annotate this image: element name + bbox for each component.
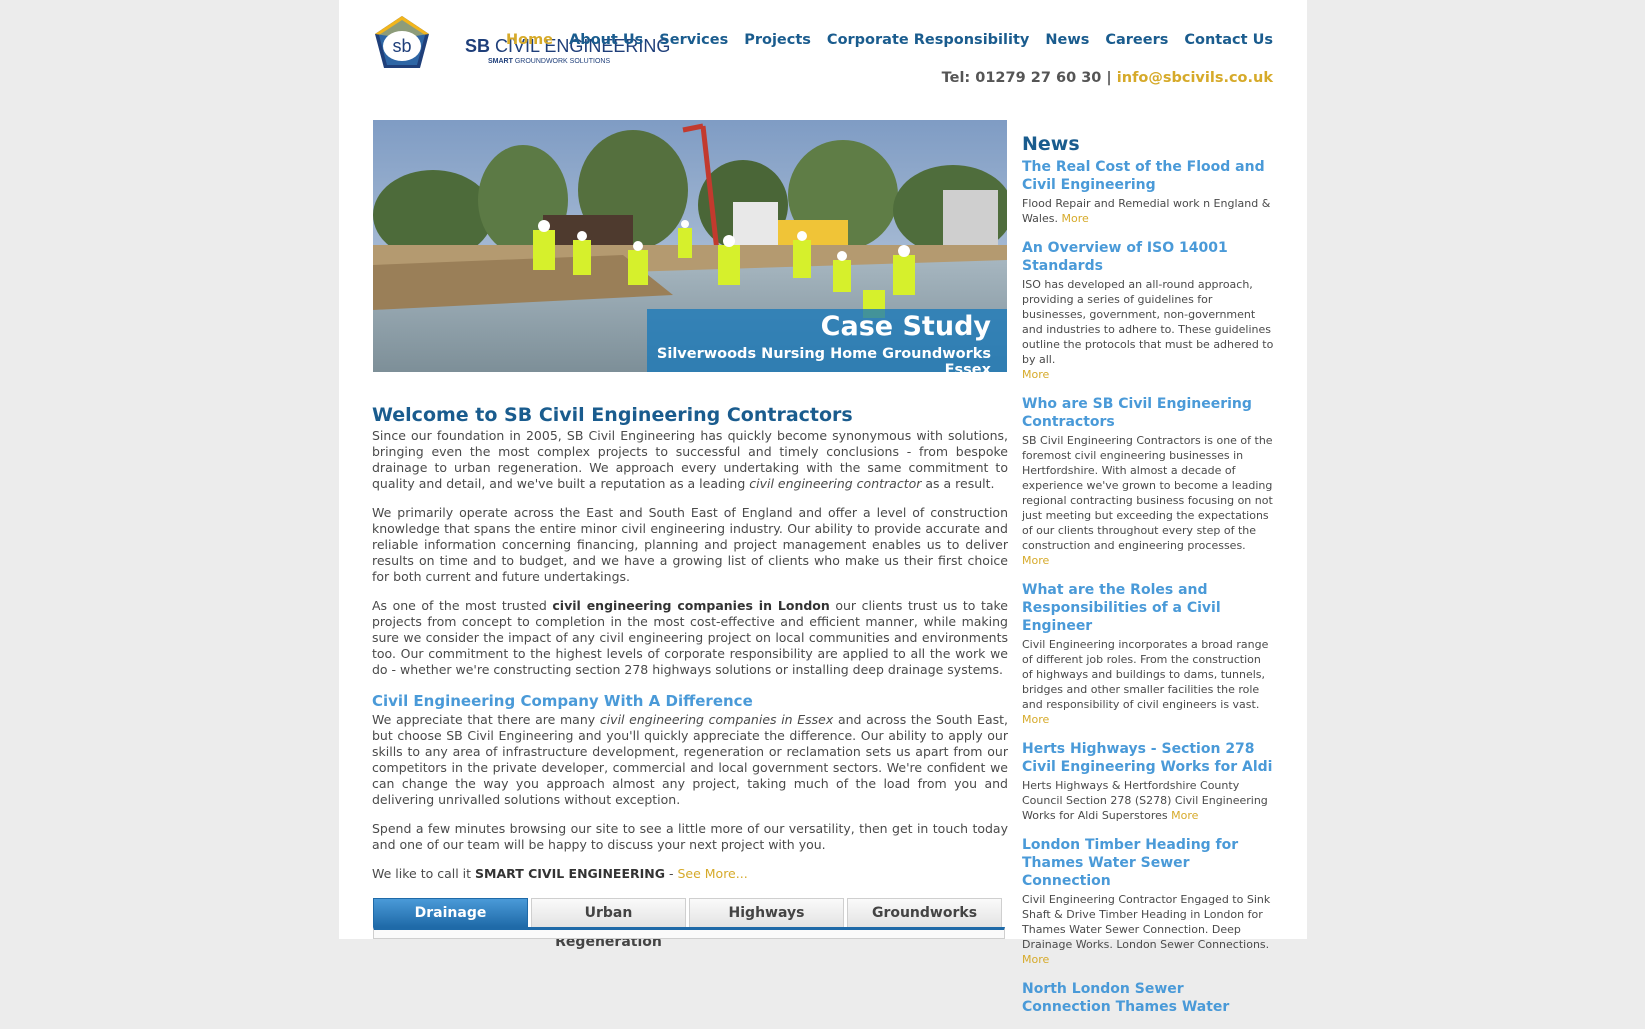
news-heading: News [1022, 133, 1080, 155]
news-body: SB Civil Engineering Contractors is one … [1022, 434, 1273, 567]
main-nav: Home About Us Services Projects Corporat… [490, 32, 1273, 48]
nav-about-us[interactable]: About Us [569, 32, 643, 48]
contact-line: Tel: 01279 27 60 30 | info@sbcivils.co.u… [942, 70, 1273, 86]
tab-groundworks[interactable]: Groundworks [847, 898, 1002, 927]
tab-highways[interactable]: Highways [689, 898, 844, 927]
news-more-link[interactable]: More [1022, 953, 1049, 966]
section-subheading: Civil Engineering Company With A Differe… [372, 692, 753, 710]
news-title[interactable]: Herts Highways - Section 278 Civil Engin… [1022, 740, 1274, 776]
news-item: What are the Roles and Responsibilities … [1022, 581, 1274, 727]
hero-title: Case Study [820, 311, 991, 342]
news-title[interactable]: An Overview of ISO 14001 Standards [1022, 239, 1274, 275]
news-sidebar: News The Real Cost of the Flood and Civi… [1022, 133, 1274, 1029]
news-more-link[interactable]: More [1171, 809, 1198, 822]
nav-careers[interactable]: Careers [1105, 32, 1168, 48]
see-more-link[interactable]: See More... [677, 866, 747, 881]
service-tabs: Drainage Urban Regeneration Highways Gro… [373, 898, 1005, 950]
news-more-link[interactable]: More [1022, 713, 1049, 726]
page-title: Welcome to SB Civil Engineering Contract… [372, 404, 853, 426]
nav-services[interactable]: Services [659, 32, 728, 48]
tab-panel [373, 927, 1005, 939]
intro-paragraph: Since our foundation in 2005, SB Civil E… [372, 428, 1008, 491]
nav-projects[interactable]: Projects [744, 32, 811, 48]
news-more-link[interactable]: More [1022, 554, 1049, 567]
news-body: Flood Repair and Remedial work n England… [1022, 197, 1271, 225]
news-body: Herts Highways & Hertfordshire County Co… [1022, 779, 1268, 822]
news-more-link[interactable]: More [1022, 368, 1049, 381]
browse-paragraph: Spend a few minutes browsing our site to… [372, 821, 1008, 852]
tab-urban-regeneration[interactable]: Urban Regeneration [531, 898, 686, 950]
news-item: Herts Highways - Section 278 Civil Engin… [1022, 740, 1274, 823]
page: sb SB CIVIL ENGINEERING SMART GROUNDWORK… [339, 0, 1307, 1015]
nav-home[interactable]: Home [506, 32, 553, 48]
main-content: Welcome to SB Civil Engineering Contract… [372, 404, 1008, 895]
news-item: The Real Cost of the Flood and Civil Eng… [1022, 158, 1274, 226]
news-body: ISO has developed an all-round approach,… [1022, 278, 1274, 381]
news-title[interactable]: Who are SB Civil Engineering Contractors [1022, 395, 1274, 431]
trust-paragraph: As one of the most trusted civil enginee… [372, 598, 1008, 677]
email-link[interactable]: info@sbcivils.co.uk [1117, 70, 1273, 86]
news-title[interactable]: What are the Roles and Responsibilities … [1022, 581, 1274, 635]
svg-text:sb: sb [392, 36, 411, 56]
logo-pentagon-icon: sb [375, 16, 429, 68]
nav-news[interactable]: News [1045, 32, 1089, 48]
news-body: Civil Engineering incorporates a broad r… [1022, 638, 1269, 726]
news-item: An Overview of ISO 14001 Standards ISO h… [1022, 239, 1274, 382]
news-more-link[interactable]: More [1061, 212, 1088, 225]
hero-caption: Case Study Silverwoods Nursing Home Grou… [647, 309, 1007, 372]
hero-banner[interactable]: Case Study Silverwoods Nursing Home Grou… [373, 120, 1007, 372]
news-item: London Timber Heading for Thames Water S… [1022, 836, 1274, 967]
news-title[interactable]: The Real Cost of the Flood and Civil Eng… [1022, 158, 1274, 194]
news-body: Civil Engineering Contractor Engaged to … [1022, 893, 1271, 966]
difference-paragraph: We appreciate that there are many civil … [372, 712, 1008, 807]
hero-subtitle: Silverwoods Nursing Home Groundworks Ess… [656, 346, 991, 372]
news-title[interactable]: North London Sewer Connection Thames Wat… [1022, 980, 1274, 1016]
telephone-number: Tel: 01279 27 60 30 | [941, 70, 1112, 86]
operations-paragraph: We primarily operate across the East and… [372, 505, 1008, 584]
nav-corporate-responsibility[interactable]: Corporate Responsibility [827, 32, 1029, 48]
tab-drainage[interactable]: Drainage [373, 898, 528, 927]
news-item: North London Sewer Connection Thames Wat… [1022, 980, 1274, 1016]
nav-contact-us[interactable]: Contact Us [1184, 32, 1273, 48]
news-item: Who are SB Civil Engineering Contractors… [1022, 395, 1274, 568]
smart-paragraph: We like to call it SMART CIVIL ENGINEERI… [372, 866, 748, 881]
news-title[interactable]: London Timber Heading for Thames Water S… [1022, 836, 1274, 890]
